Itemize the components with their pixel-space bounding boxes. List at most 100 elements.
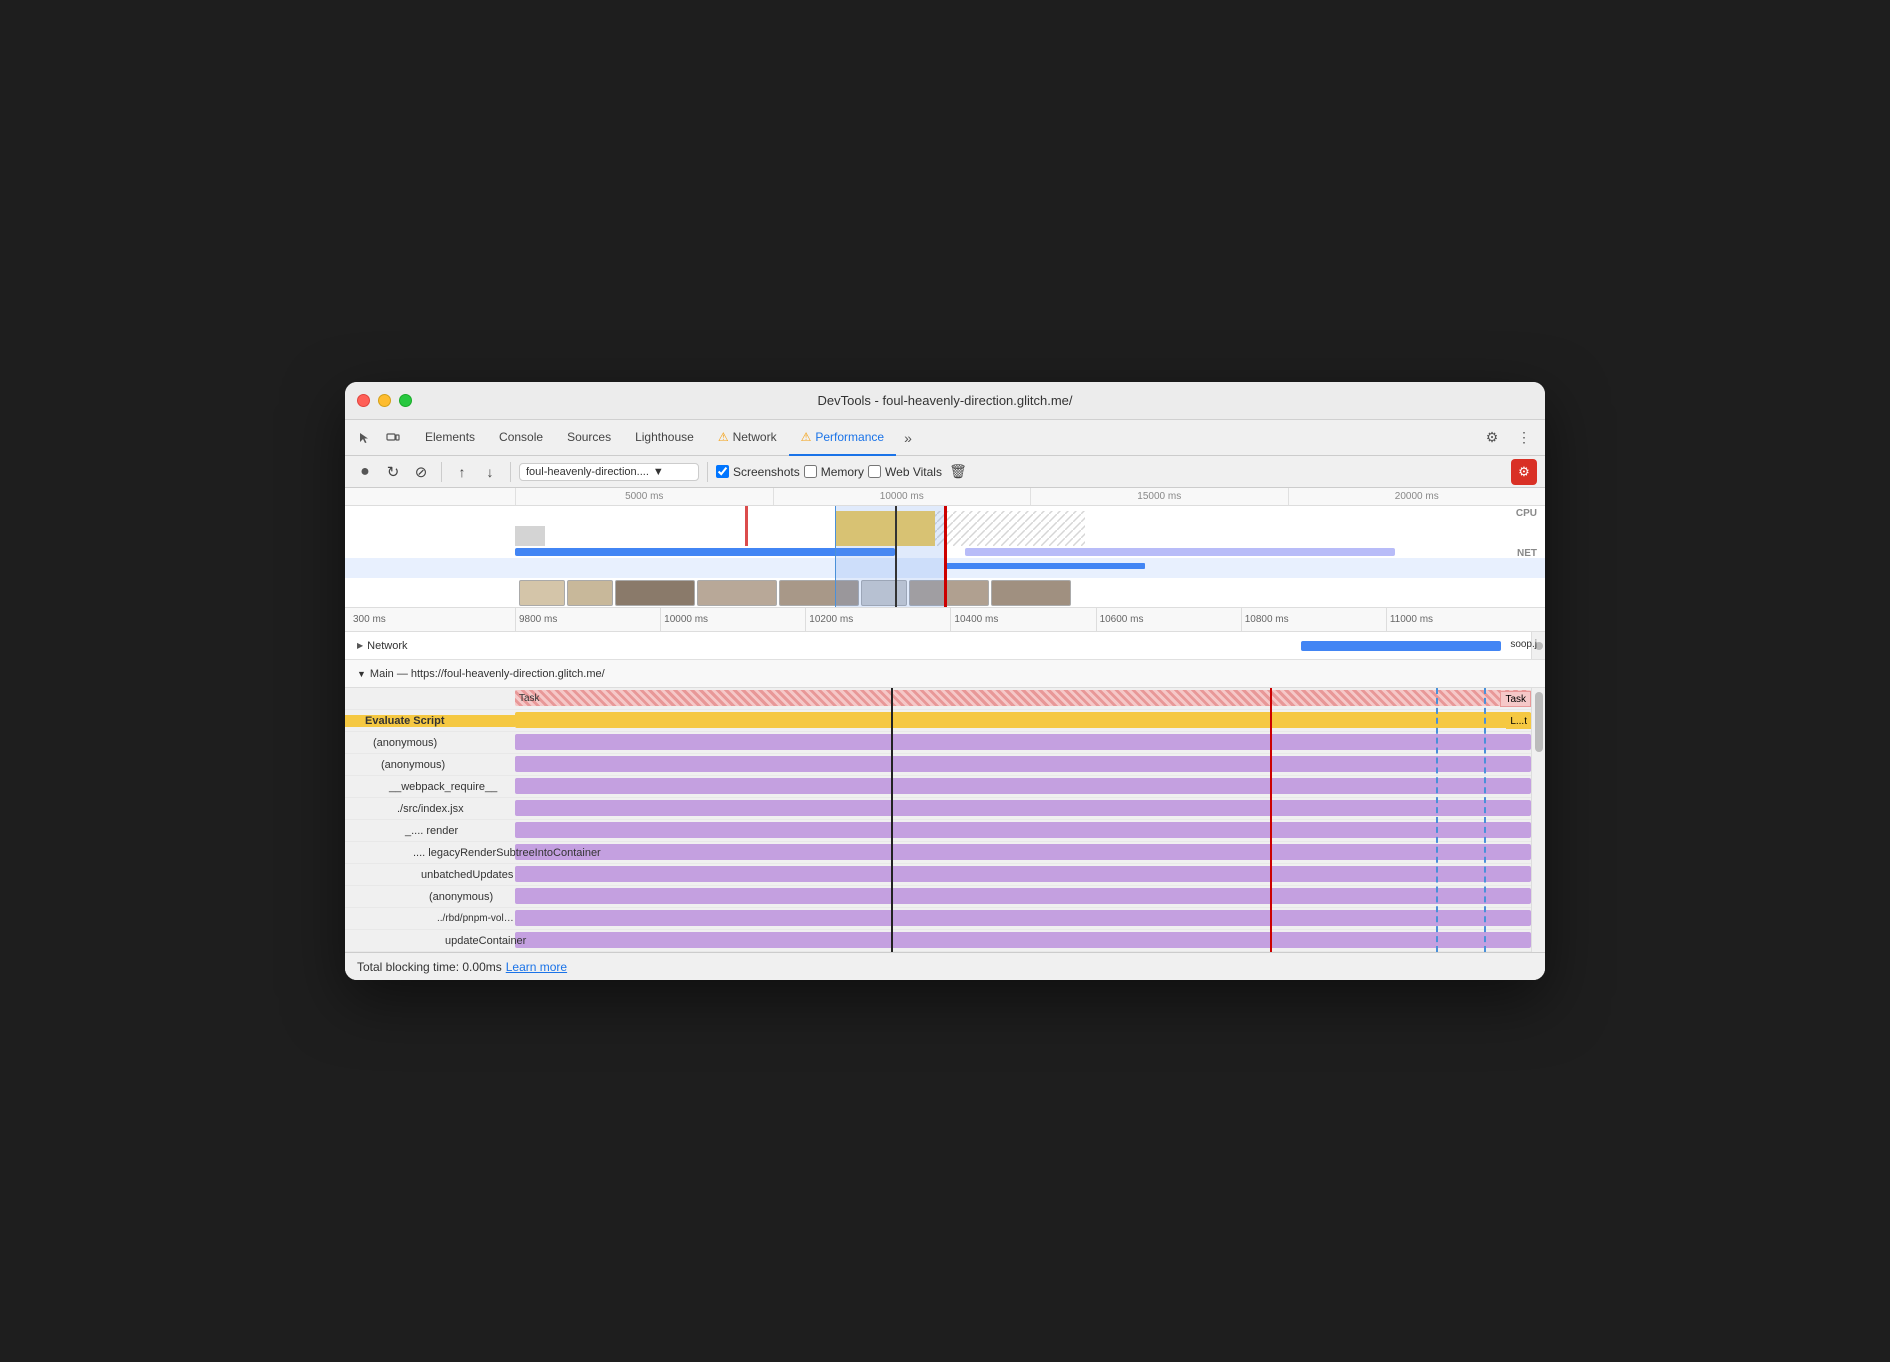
device-toolbar-icon[interactable] <box>381 426 405 450</box>
performance-settings-button[interactable]: ⚙ <box>1511 459 1537 485</box>
flame-row-reactroot[interactable]: ../rbd/pnpm-volume/28d7f85f-31d7-4fd8-ab… <box>345 908 1545 930</box>
flame-row-task[interactable]: Task Task <box>345 688 1545 710</box>
flame-bar-anon3[interactable] <box>515 888 1531 904</box>
network-row-label: ▶ Network <box>345 640 515 652</box>
screenshot-thumb <box>519 580 565 606</box>
close-button[interactable] <box>357 394 370 407</box>
tab-console[interactable]: Console <box>487 420 555 456</box>
screenshot-thumb <box>697 580 777 606</box>
minimize-button[interactable] <box>378 394 391 407</box>
flame-bars-anon3 <box>515 886 1545 907</box>
flame-row-anon3[interactable]: (anonymous) <box>345 886 1545 908</box>
flame-bar-evaluate[interactable] <box>515 712 1531 728</box>
flame-row-webpack[interactable]: __webpack_require__ <box>345 776 1545 798</box>
tick-9800: 9800 ms <box>515 608 660 631</box>
record-button[interactable]: ● <box>353 460 377 484</box>
flame-row-unbatched[interactable]: unbatchedUpdates <box>345 864 1545 886</box>
flame-bar-legacy[interactable] <box>515 844 1531 860</box>
download-button[interactable]: ↓ <box>478 460 502 484</box>
flame-bar-index[interactable] <box>515 800 1531 816</box>
more-options-icon[interactable]: ⋮ <box>1511 425 1537 451</box>
timeline-tracks[interactable]: CPU NET <box>345 506 1545 608</box>
screenshot-thumb <box>861 580 907 606</box>
flame-bars-reactroot <box>515 908 1545 929</box>
tab-performance[interactable]: ⚠ Performance <box>789 420 896 456</box>
cursor-icon[interactable] <box>353 426 377 450</box>
upload-button[interactable]: ↑ <box>450 460 474 484</box>
screenshots-track <box>345 578 1545 608</box>
flame-bar-anon1[interactable] <box>515 734 1531 750</box>
flame-label-anon1: (anonymous) <box>345 737 515 749</box>
flame-bar-updatecontainer[interactable] <box>515 932 1531 948</box>
network-warn-icon: ⚠ <box>718 430 729 444</box>
tick-10800: 10800 ms <box>1241 608 1386 631</box>
tick-10400: 10400 ms <box>950 608 1095 631</box>
flame-inner: Task Task Evaluate Script L...t <box>345 688 1545 952</box>
memory-checkbox[interactable] <box>804 465 817 478</box>
task-label: Task <box>519 693 540 704</box>
main-section-label: Main — https://foul-heavenly-direction.g… <box>370 668 605 680</box>
tab-elements[interactable]: Elements <box>413 420 487 456</box>
toolbar-right: ⚙ <box>1511 459 1537 485</box>
flame-row-updatecontainer[interactable]: updateContainer <box>345 930 1545 952</box>
main-thread-bar-2 <box>965 548 1395 556</box>
flame-row-evaluate[interactable]: Evaluate Script L...t <box>345 710 1545 732</box>
memory-checkbox-label[interactable]: Memory <box>804 465 864 479</box>
clear-button[interactable]: ⊘ <box>409 460 433 484</box>
web-vitals-checkbox-label[interactable]: Web Vitals <box>868 465 942 479</box>
flame-label-evaluate: Evaluate Script <box>345 715 515 727</box>
net-track <box>345 558 1545 578</box>
flame-row-anon2[interactable]: (anonymous) <box>345 754 1545 776</box>
url-dropdown-icon: ▼ <box>653 466 664 478</box>
task-right-label: Task <box>1500 691 1531 707</box>
tick-10600: 10600 ms <box>1096 608 1241 631</box>
flame-row-anon1[interactable]: (anonymous) <box>345 732 1545 754</box>
trash-button[interactable]: 🗑 <box>946 460 970 484</box>
web-vitals-checkbox[interactable] <box>868 465 881 478</box>
flame-row-index[interactable]: ./src/index.jsx <box>345 798 1545 820</box>
flame-bars-unbatched <box>515 864 1545 885</box>
flame-bars-evaluate: L...t <box>515 710 1545 731</box>
flame-bars-anon1 <box>515 732 1545 753</box>
flame-container: Task Task Evaluate Script L...t <box>345 688 1545 952</box>
flame-bar-reactroot[interactable] <box>515 910 1531 926</box>
tab-lighthouse[interactable]: Lighthouse <box>623 420 706 456</box>
flame-label-index: ./src/index.jsx <box>345 803 515 815</box>
ruler-tick-5000: 5000 ms <box>515 488 773 505</box>
network-expand-icon[interactable]: ▶ <box>357 641 363 650</box>
tab-network[interactable]: ⚠ Network <box>706 420 789 456</box>
screenshots-checkbox-label[interactable]: Screenshots <box>716 465 800 479</box>
screenshots-checkbox[interactable] <box>716 465 729 478</box>
tab-sources[interactable]: Sources <box>555 420 623 456</box>
performance-toolbar: ● ↻ ⊘ ↑ ↓ foul-heavenly-direction.... ▼ … <box>345 456 1545 488</box>
ruler-tick-15000: 15000 ms <box>1030 488 1288 505</box>
maximize-button[interactable] <box>399 394 412 407</box>
flame-bar-anon2[interactable] <box>515 756 1531 772</box>
right-scrollbar[interactable] <box>1531 688 1545 952</box>
learn-more-link[interactable]: Learn more <box>506 960 567 974</box>
flame-bar-task[interactable]: Task <box>515 690 1531 706</box>
net-overview-bar <box>945 563 1145 569</box>
status-bar: Total blocking time: 0.00ms Learn more <box>345 952 1545 980</box>
reload-record-button[interactable]: ↻ <box>381 460 405 484</box>
scrollbar-thumb[interactable] <box>1535 692 1543 752</box>
flame-bar-unbatched[interactable] <box>515 866 1531 882</box>
flame-bar-webpack[interactable] <box>515 778 1531 794</box>
tick-11000: 11000 ms <box>1386 608 1531 631</box>
tab-bar-right: ⚙ ⋮ <box>1479 425 1537 451</box>
flame-row-render[interactable]: _.... render <box>345 820 1545 842</box>
sep2 <box>510 462 511 482</box>
flame-row-legacy[interactable]: .... legacyRenderSubtreeIntoContainer <box>345 842 1545 864</box>
cpu-label: CPU <box>1516 508 1537 519</box>
screenshot-thumb <box>615 580 695 606</box>
settings-icon[interactable]: ⚙ <box>1479 425 1505 451</box>
flame-bars-updatecontainer <box>515 930 1545 951</box>
tab-overflow-button[interactable]: » <box>896 430 920 446</box>
flame-label-webpack: __webpack_require__ <box>345 781 515 793</box>
flame-bar-render[interactable] <box>515 822 1531 838</box>
zoomed-left-tick: 300 ms <box>345 614 515 625</box>
url-selector[interactable]: foul-heavenly-direction.... ▼ <box>519 463 699 481</box>
timeline-overview[interactable]: 5000 ms 10000 ms 15000 ms 20000 ms <box>345 488 1545 608</box>
status-text: Total blocking time: 0.00ms <box>357 960 502 974</box>
main-expand-icon[interactable]: ▼ <box>357 669 366 679</box>
